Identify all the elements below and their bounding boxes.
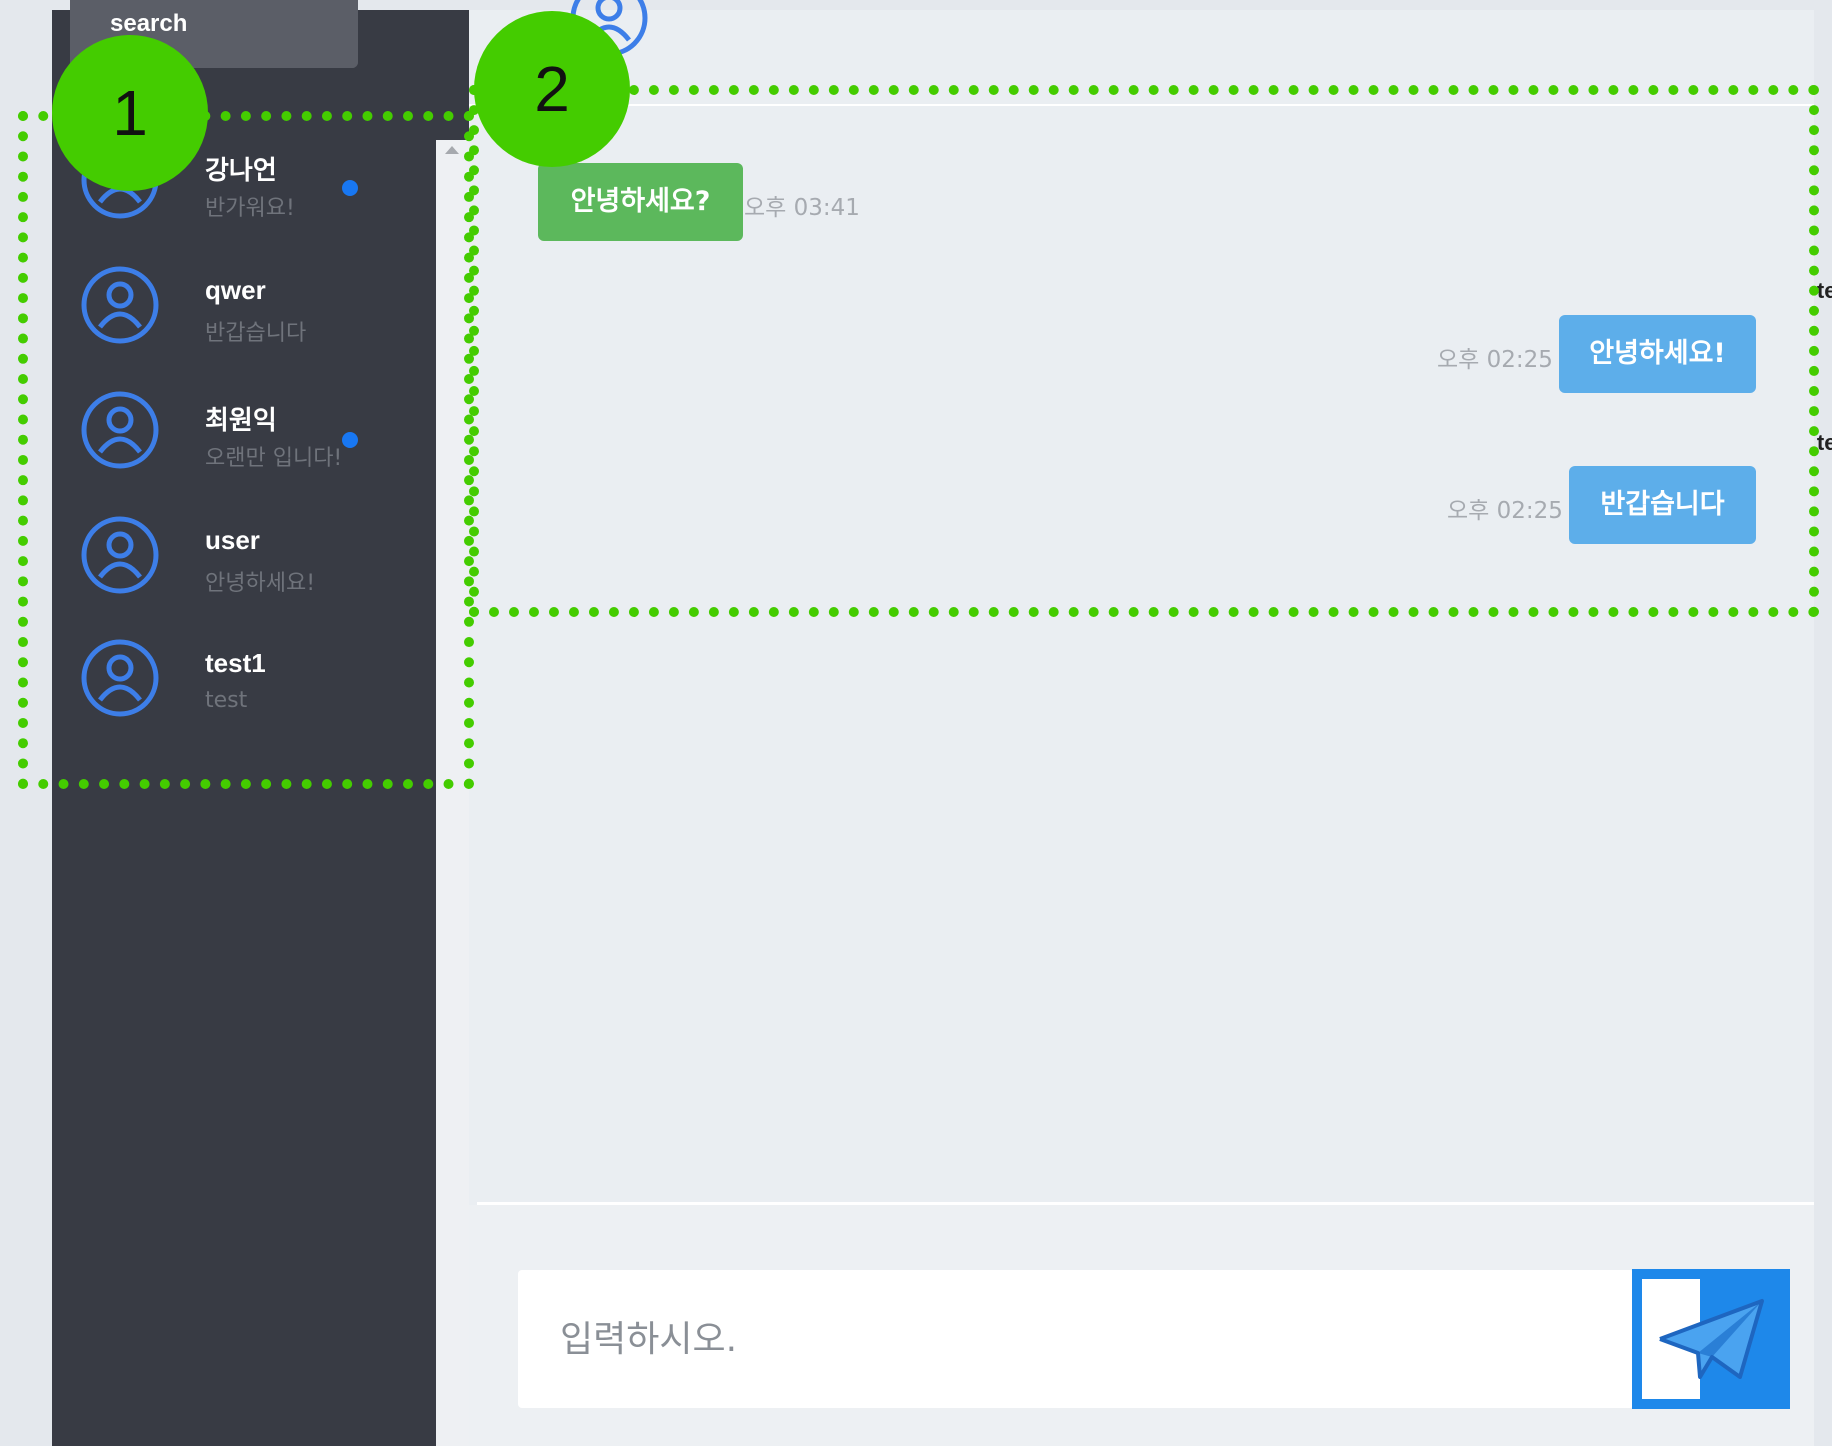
- annotation-label-1: 1: [52, 35, 208, 191]
- contact-name: qwer: [205, 275, 266, 305]
- contact-preview: 반갑습니다: [205, 321, 307, 346]
- user-avatar-icon: [81, 391, 159, 469]
- contact-item[interactable]: test1 test: [80, 638, 430, 738]
- message-input[interactable]: [518, 1270, 1634, 1408]
- contact-preview: 안녕하세요!: [205, 571, 316, 596]
- sender-name: test: [1816, 430, 1832, 455]
- contact-name: test1: [205, 648, 266, 678]
- user-avatar-icon: [81, 516, 159, 594]
- annotation-label-2: 2: [474, 11, 630, 167]
- received-message-bubble: 안녕하세요?: [538, 163, 743, 241]
- contact-name: 강나언: [205, 155, 277, 185]
- chat-app-screen: search 강나언 반가워요! qwer 반갑습니다: [0, 0, 1832, 1446]
- chat-panel: 안녕하세요? 오후 03:41 test 오후 02:25 안녕하세요! tes…: [469, 0, 1832, 1446]
- send-button[interactable]: [1632, 1269, 1790, 1409]
- contact-name: user: [205, 525, 260, 555]
- contact-item[interactable]: qwer 반갑습니다: [80, 265, 430, 365]
- sent-message-bubble: 안녕하세요!: [1559, 315, 1756, 393]
- send-button-inner: [1642, 1279, 1780, 1399]
- composer-divider: [477, 1202, 1814, 1205]
- search-label: search: [110, 10, 188, 37]
- unread-indicator: [342, 432, 358, 448]
- header-divider: [469, 104, 1814, 106]
- contact-item[interactable]: user 안녕하세요!: [80, 515, 430, 615]
- contact-item[interactable]: 최원익 오랜만 입니다!: [80, 390, 430, 490]
- user-avatar-icon: [81, 266, 159, 344]
- sent-message-bubble: 반갑습니다: [1569, 466, 1756, 544]
- user-avatar-icon: [81, 639, 159, 717]
- paper-plane-icon: [1659, 1299, 1764, 1379]
- sender-name: test: [1816, 278, 1832, 303]
- contact-sidebar: search 강나언 반가워요! qwer 반갑습니다: [52, 10, 469, 1446]
- unread-indicator: [342, 180, 358, 196]
- message-time: 오후 02:25: [1437, 347, 1553, 373]
- sidebar-scrollbar[interactable]: [436, 140, 469, 1446]
- contact-preview: test: [205, 688, 248, 713]
- contact-preview: 반가워요!: [205, 196, 295, 221]
- contact-preview: 오랜만 입니다!: [205, 446, 343, 471]
- contact-name: 최원익: [205, 405, 277, 435]
- message-time: 오후 02:25: [1447, 498, 1563, 524]
- scroll-up-arrow-icon[interactable]: [445, 146, 459, 154]
- message-time: 오후 03:41: [744, 195, 860, 221]
